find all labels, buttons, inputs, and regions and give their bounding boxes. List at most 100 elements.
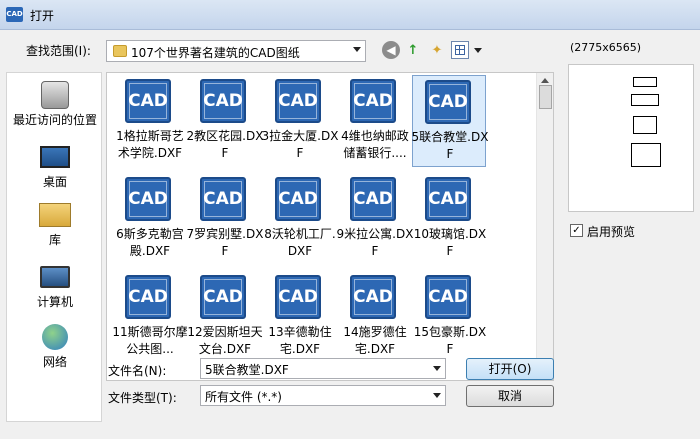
preview-drawing <box>633 77 657 87</box>
chevron-down-icon[interactable] <box>433 393 441 398</box>
up-folder-icon: ↑ <box>407 42 419 58</box>
network-icon <box>42 324 68 350</box>
vertical-scrollbar[interactable] <box>536 73 553 380</box>
open-dialog: 查找范围(I): 107个世界著名建筑的CAD图纸 ◀ ↑ ✦ 最近访问的位置 … <box>0 30 700 439</box>
file-item-selected[interactable]: CAD 5联合教堂.DXF <box>411 75 489 167</box>
preview-pane <box>568 64 694 212</box>
place-label: 计算机 <box>36 295 73 309</box>
new-folder-icon: ✦ <box>431 42 443 58</box>
place-computer[interactable]: 计算机 <box>7 263 103 310</box>
cad-file-icon: CAD <box>350 177 396 221</box>
file-name: 5联合教堂.DXF <box>411 130 489 161</box>
window-title: 打开 <box>30 9 55 23</box>
view-menu-button[interactable] <box>451 41 482 59</box>
cad-file-icon: CAD <box>425 275 471 319</box>
place-network[interactable]: 网络 <box>7 323 103 370</box>
file-name: 3拉金大厦.DXF <box>261 129 339 160</box>
place-label: 库 <box>48 233 61 247</box>
place-library[interactable]: 库 <box>7 201 103 248</box>
recent-places-icon <box>41 81 69 109</box>
file-name: 8沃轮机工厂.DXF <box>264 227 336 258</box>
file-item[interactable]: CAD 13辛德勒住宅.DXF <box>263 271 337 363</box>
file-item[interactable]: CAD 2教区花园.DXF <box>186 75 264 167</box>
folder-icon <box>113 45 127 57</box>
lookin-dropdown[interactable]: 107个世界著名建筑的CAD图纸 <box>106 40 366 62</box>
filename-value: 5联合教堂.DXF <box>205 363 289 377</box>
cad-file-icon: CAD <box>125 79 171 123</box>
file-item[interactable]: CAD 3拉金大厦.DXF <box>261 75 339 167</box>
back-button[interactable]: ◀ <box>382 41 400 59</box>
file-name: 15包豪斯.DXF <box>413 325 487 356</box>
place-label: 桌面 <box>42 175 67 189</box>
cad-file-icon: CAD <box>125 275 171 319</box>
file-item[interactable]: CAD 10玻璃馆.DXF <box>413 173 487 265</box>
open-button[interactable]: 打开(O) <box>466 358 554 380</box>
file-item[interactable]: CAD 14施罗德住宅.DXF <box>338 271 412 363</box>
filename-input[interactable]: 5联合教堂.DXF <box>200 358 446 379</box>
scroll-thumb[interactable] <box>539 85 552 109</box>
file-name: 9米拉公寓.DXF <box>336 227 414 258</box>
file-item[interactable]: CAD 7罗宾别墅.DXF <box>186 173 264 265</box>
preview-size: (2775x6565) <box>570 41 642 54</box>
cad-file-icon: CAD <box>200 275 246 319</box>
preview-drawing <box>633 116 657 134</box>
app-icon: CAD <box>6 7 23 22</box>
place-label: 最近访问的位置 <box>12 113 97 127</box>
file-item[interactable]: CAD 15包豪斯.DXF <box>413 271 487 363</box>
cad-file-icon: CAD <box>425 177 471 221</box>
lookin-label: 查找范围(I): <box>26 44 91 58</box>
file-name: 2教区花园.DXF <box>186 129 264 160</box>
enable-preview-checkbox[interactable]: ✓ <box>570 224 583 237</box>
cad-file-icon: CAD <box>200 177 246 221</box>
filename-label: 文件名(N): <box>108 364 167 378</box>
cad-file-icon: CAD <box>275 79 321 123</box>
file-name: 7罗宾别墅.DXF <box>186 227 264 258</box>
chevron-down-icon[interactable] <box>433 366 441 371</box>
place-label: 网络 <box>42 355 67 369</box>
cad-file-icon: CAD <box>275 275 321 319</box>
filetype-select[interactable]: 所有文件 (*.*) <box>200 385 446 406</box>
chevron-down-icon <box>353 47 361 52</box>
place-recent[interactable]: 最近访问的位置 <box>7 81 103 128</box>
file-item[interactable]: CAD 6斯多克勒宫殿.DXF <box>113 173 187 265</box>
desktop-icon <box>40 146 70 168</box>
file-name: 11斯德哥尔摩公共图... <box>112 325 188 356</box>
file-name: 12爱因斯坦天文台.DXF <box>187 325 263 356</box>
up-folder-button[interactable]: ↑ <box>404 41 422 59</box>
cad-file-icon: CAD <box>350 79 396 123</box>
cad-file-icon: CAD <box>125 177 171 221</box>
file-name: 13辛德勒住宅.DXF <box>268 325 332 356</box>
place-desktop[interactable]: 桌面 <box>7 143 103 190</box>
places-bar: 最近访问的位置 桌面 库 计算机 网络 <box>6 72 102 422</box>
file-item[interactable]: CAD 1格拉斯哥艺术学院.DXF <box>113 75 187 167</box>
filetype-label: 文件类型(T): <box>108 391 177 405</box>
cancel-button[interactable]: 取消 <box>466 385 554 407</box>
preview-drawing <box>631 143 661 167</box>
file-item[interactable]: CAD 4维也纳邮政储蓄银行.... <box>338 75 412 167</box>
enable-preview-label: 启用预览 <box>587 225 636 239</box>
scroll-up-icon[interactable] <box>541 78 549 83</box>
cad-file-icon: CAD <box>275 177 321 221</box>
cad-file-icon: CAD <box>425 80 471 124</box>
cad-file-icon: CAD <box>350 275 396 319</box>
filetype-value: 所有文件 (*.*) <box>205 390 282 404</box>
file-name: 6斯多克勒宫殿.DXF <box>116 227 184 258</box>
file-list[interactable]: CAD 1格拉斯哥艺术学院.DXF CAD 2教区花园.DXF CAD 3拉金大厦.D… <box>106 72 554 381</box>
file-item[interactable]: CAD 11斯德哥尔摩公共图... <box>112 271 188 363</box>
file-item[interactable]: CAD 12爱因斯坦天文台.DXF <box>187 271 263 363</box>
back-arrow-icon: ◀ <box>386 43 396 57</box>
lookin-value: 107个世界著名建筑的CAD图纸 <box>131 46 300 60</box>
preview-drawing <box>631 94 659 106</box>
cad-file-icon: CAD <box>200 79 246 123</box>
library-icon <box>39 203 71 227</box>
view-grid-icon <box>455 45 465 55</box>
computer-icon <box>40 266 70 288</box>
file-name: 4维也纳邮政储蓄银行.... <box>341 129 409 160</box>
file-item[interactable]: CAD 8沃轮机工厂.DXF <box>263 173 337 265</box>
file-name: 1格拉斯哥艺术学院.DXF <box>116 129 184 160</box>
new-folder-button[interactable]: ✦ <box>428 41 446 59</box>
file-item[interactable]: CAD 9米拉公寓.DXF <box>336 173 414 265</box>
file-name: 10玻璃馆.DXF <box>413 227 487 258</box>
file-name: 14施罗德住宅.DXF <box>343 325 407 356</box>
title-bar: CAD 打开 <box>0 0 700 30</box>
